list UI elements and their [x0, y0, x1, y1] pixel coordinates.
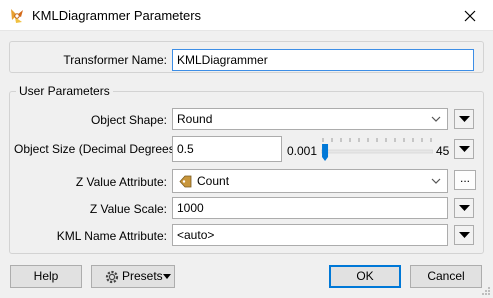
slider-max-label: 45 — [436, 144, 450, 158]
fme-transformer-icon — [11, 9, 23, 23]
presets-button[interactable]: Presets — [91, 265, 175, 288]
object-size-slider[interactable]: 0.001 45 — [285, 135, 453, 165]
menu-arrow-icon — [459, 205, 470, 211]
object-size-menu-button[interactable] — [454, 139, 474, 159]
z-value-attribute-value: Count — [197, 174, 230, 188]
ok-button[interactable]: OK — [329, 265, 401, 288]
menu-arrow-icon — [459, 116, 470, 122]
user-parameters-label: User Parameters — [16, 84, 113, 98]
resize-grip-icon[interactable] — [481, 286, 491, 296]
menu-arrow-icon — [163, 274, 171, 279]
object-size-input[interactable]: 0.5 — [172, 136, 282, 162]
gear-icon — [105, 270, 119, 284]
title-bar: KMLDiagrammer Parameters — [0, 0, 493, 31]
menu-arrow-icon — [459, 146, 470, 152]
transformer-name-input[interactable]: KMLDiagrammer — [172, 49, 474, 71]
transformer-name-label: Transformer Name: — [63, 53, 167, 67]
z-value-scale-input[interactable]: 1000 — [172, 197, 448, 219]
object-shape-select[interactable]: Round — [172, 108, 448, 130]
close-button[interactable] — [447, 0, 493, 31]
kml-name-attribute-input[interactable]: <auto> — [172, 224, 448, 246]
close-icon — [464, 10, 476, 21]
slider-thumb[interactable] — [322, 144, 329, 161]
slider-track[interactable] — [321, 135, 433, 165]
help-button[interactable]: Help — [10, 265, 82, 288]
z-value-scale-label: Z Value Scale: — [89, 202, 167, 216]
z-value-attribute-label: Z Value Attribute: — [75, 175, 167, 189]
object-shape-label: Object Shape: — [90, 113, 167, 127]
z-value-scale-menu-button[interactable] — [454, 198, 474, 218]
slider-min-label: 0.001 — [287, 144, 318, 158]
kml-name-attribute-menu-button[interactable] — [454, 225, 474, 245]
cancel-button[interactable]: Cancel — [410, 265, 482, 288]
object-shape-value: Round — [177, 112, 213, 126]
attribute-icon — [179, 175, 192, 188]
object-size-label: Object Size (Decimal Degrees): — [14, 142, 183, 156]
z-value-attribute-browse-button[interactable]: ... — [454, 170, 476, 190]
chevron-down-icon — [431, 178, 441, 184]
menu-arrow-icon — [459, 232, 470, 238]
window-title: KMLDiagrammer Parameters — [32, 8, 202, 23]
kml-name-attribute-label: KML Name Attribute: — [56, 229, 167, 243]
chevron-down-icon — [431, 116, 441, 122]
presets-label: Presets — [122, 269, 163, 283]
z-value-attribute-select[interactable]: Count — [172, 169, 448, 193]
object-shape-menu-button[interactable] — [454, 109, 474, 129]
